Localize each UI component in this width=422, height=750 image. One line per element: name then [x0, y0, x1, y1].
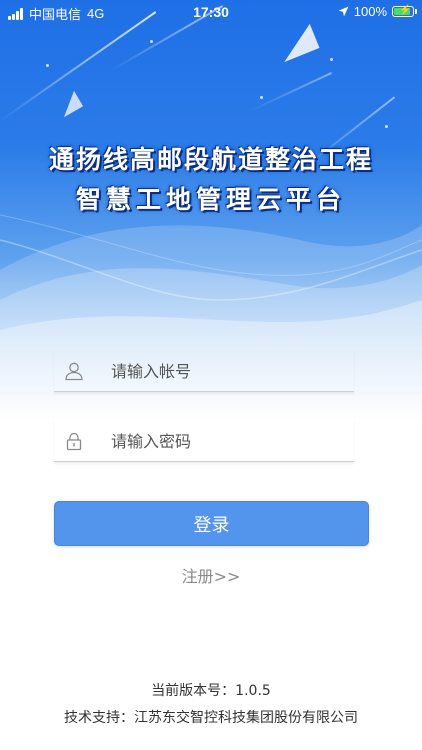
- register-link[interactable]: 注册>>: [0, 563, 422, 587]
- status-right: 100% ⚡: [338, 4, 417, 19]
- charging-icon: ⚡: [399, 5, 412, 16]
- login-button[interactable]: 登录: [54, 501, 369, 546]
- battery-percent: 100%: [353, 4, 387, 19]
- version-label: 当前版本号：1.0.5: [151, 683, 271, 699]
- password-input[interactable]: [109, 427, 348, 455]
- page-title: 通扬线高邮段航道整治工程: [48, 145, 373, 174]
- page-subtitle: 智慧工地管理云平台: [75, 185, 346, 214]
- account-field: [54, 349, 354, 392]
- location-arrow-icon: [338, 6, 349, 17]
- battery-icon: ⚡: [392, 5, 417, 17]
- lock-icon: [66, 432, 82, 451]
- account-input[interactable]: [109, 357, 348, 385]
- user-icon: [65, 362, 83, 381]
- status-bar: 中国电信 4G 17:30 100% ⚡: [0, 0, 422, 24]
- support-label: 技术支持：江苏东交智控科技集团股份有限公司: [64, 710, 358, 726]
- password-field: [54, 419, 354, 462]
